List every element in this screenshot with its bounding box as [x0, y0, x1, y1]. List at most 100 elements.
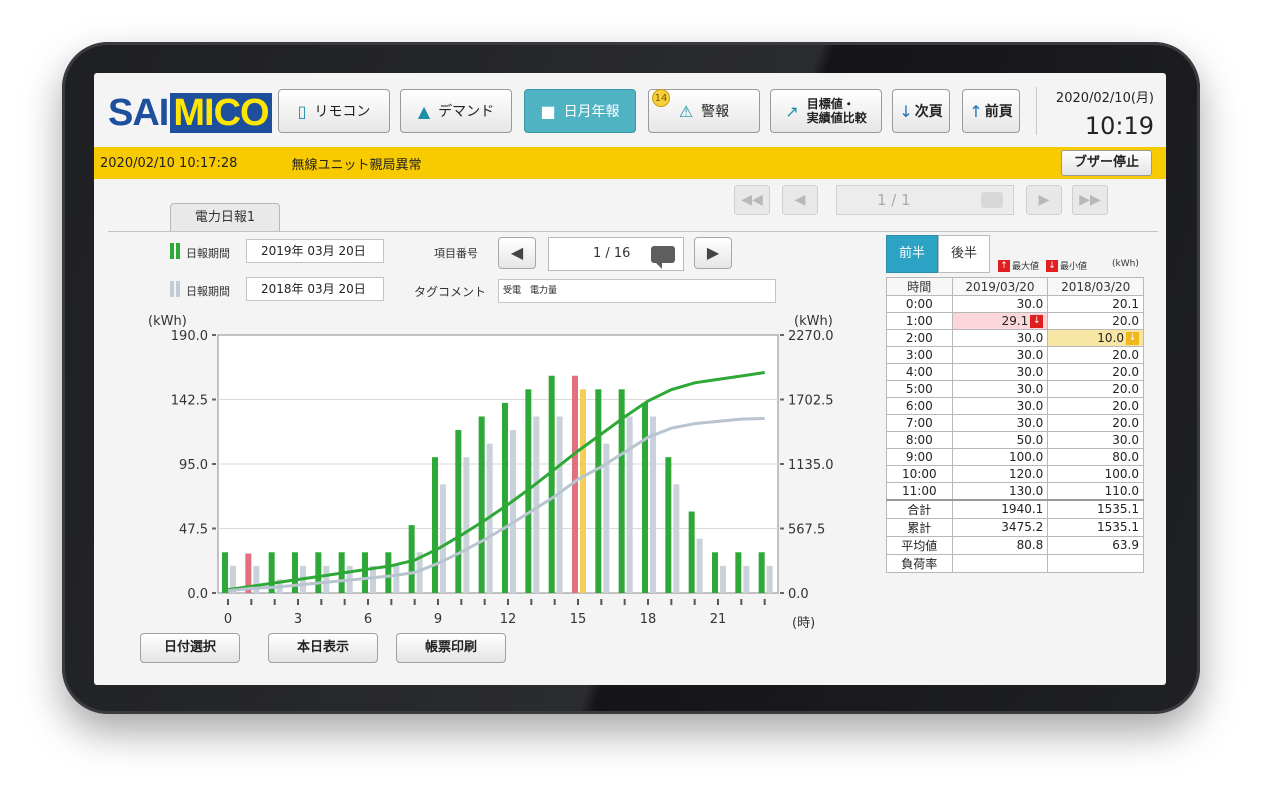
row-value: 30.0 — [951, 346, 1049, 364]
row-time: 0:00 — [886, 295, 953, 313]
table-row: 5:00 30.0 20.0 — [886, 380, 1144, 398]
x-tick-label: 9 — [434, 612, 442, 627]
row-time: 1:00 — [886, 312, 953, 330]
table-row: 6:00 30.0 20.0 — [886, 397, 1144, 415]
double-left-icon: ◀◀ — [741, 192, 763, 208]
summary-value — [951, 553, 1049, 573]
x-tick-label: 3 — [294, 612, 302, 627]
print-button[interactable]: 帳票印刷 — [396, 633, 506, 663]
logo: SAI MICO — [108, 91, 272, 135]
x-tick-label: 15 — [570, 612, 587, 627]
bar-2018 — [533, 416, 540, 593]
today-button[interactable]: 本日表示 — [268, 633, 378, 663]
bar-2019 — [595, 389, 602, 593]
remote-button[interactable]: ▯ リモコン — [278, 89, 390, 133]
row-value: 30.0 — [951, 414, 1049, 432]
prev-page-button[interactable]: ↑ 前頁 — [962, 89, 1020, 133]
row-value: 20.0 — [1047, 380, 1144, 398]
row-value: 120.0 — [951, 465, 1049, 483]
max-legend: ↑ 最大値 — [998, 259, 1039, 272]
first-half-tab[interactable]: 前半 — [886, 235, 938, 273]
row-value: 100.0 — [1047, 465, 1144, 483]
y-tick-label-right: 1702.5 — [788, 394, 834, 409]
right-icon: ▶ — [1038, 192, 1050, 208]
summary-label: 平均値 — [886, 535, 953, 555]
summary-row: 負荷率 — [886, 553, 1144, 573]
table-row: 9:00 100.0 80.0 — [886, 448, 1144, 466]
row-time: 11:00 — [886, 482, 953, 500]
left-triangle-icon: ◀ — [510, 243, 524, 262]
table-row: 1:00 29.1 ↓ 20.0 — [886, 312, 1144, 330]
table-row: 7:00 30.0 20.0 — [886, 414, 1144, 432]
alarm-message: 無線ユニット親局異常 — [291, 157, 422, 173]
bar-2019 — [758, 552, 765, 593]
summary-value — [1047, 553, 1144, 573]
first-page-button[interactable]: ◀◀ — [734, 185, 770, 215]
bar-2019 — [642, 402, 648, 593]
bar-2019 — [688, 511, 695, 593]
table-header-row: 時間 2019/03/20 2018/03/20 — [886, 277, 1144, 296]
y-tick-label-left: 190.0 — [171, 329, 208, 344]
tab-power-daily-report[interactable]: 電力日報1 — [170, 203, 280, 232]
row-value: 30.0 — [951, 397, 1049, 415]
table-row: 4:00 30.0 20.0 — [886, 363, 1144, 381]
table-row: 8:00 50.0 30.0 — [886, 431, 1144, 449]
y-tick-label-left: 47.5 — [179, 523, 208, 538]
unit-label: (kWh) — [1112, 259, 1139, 269]
summary-value: 1535.1 — [1047, 498, 1144, 519]
report-button[interactable]: ■ 日月年報 — [524, 89, 636, 133]
demand-chart-icon: ▲ — [417, 101, 431, 121]
y-tick-label-right: 1135.0 — [788, 458, 834, 473]
bar-2019 — [455, 430, 462, 593]
date-select-button[interactable]: 日付選択 — [140, 633, 240, 663]
target-compare-button[interactable]: ↗ 目標値・ 実績値比較 — [770, 89, 882, 133]
page-value: 1 / 1 — [877, 191, 911, 209]
bar-2018 — [720, 565, 726, 593]
row-value: 130.0 — [951, 482, 1049, 500]
summary-value: 1535.1 — [1047, 517, 1144, 537]
demand-button[interactable]: ▲ デマンド — [400, 89, 512, 133]
bar-2019 — [712, 552, 718, 593]
period1-label: 日報期間 — [186, 247, 230, 260]
min-flag-icon: ↓ — [1030, 315, 1044, 328]
warning-icon: ⚠ — [678, 101, 694, 121]
row-value: 20.1 — [1047, 295, 1144, 313]
min-legend: ↓ 最小値 — [1046, 259, 1087, 272]
page-field: 1 / 1 — [836, 185, 1014, 215]
row-value: 50.0 — [951, 431, 1049, 449]
bar-2018 — [463, 457, 470, 593]
bar-2019 — [362, 552, 368, 593]
x-tick-label: 12 — [500, 612, 517, 627]
row-value: 30.0 — [951, 380, 1049, 398]
app-screen: SAI MICO ▯ リモコン ▲ デマンド ■ 日月年報 ⚠ 警報 14 ↗ … — [94, 73, 1166, 685]
table-row: 11:00 130.0 110.0 — [886, 482, 1144, 500]
right-triangle-icon: ▶ — [706, 243, 720, 262]
bar-2018 — [743, 565, 750, 593]
item-prev-button[interactable]: ◀ — [498, 237, 536, 269]
row-value: 20.0 — [1047, 346, 1144, 364]
alarm-bar: 2020/02/10 10:17:28 無線ユニット親局異常 ブザー停止 — [94, 147, 1166, 179]
summary-value: 1940.1 — [951, 498, 1049, 519]
table-row: 10:00 120.0 100.0 — [886, 465, 1144, 483]
target-compare-line1: 目標値・ — [806, 97, 855, 111]
summary-label: 累計 — [886, 517, 953, 537]
next-button[interactable]: ▶ — [1026, 185, 1062, 215]
last-page-button[interactable]: ▶▶ — [1072, 185, 1108, 215]
next-page-button[interactable]: ↓ 次頁 — [892, 89, 950, 133]
item-next-button[interactable]: ▶ — [694, 237, 732, 269]
period1-field[interactable]: 2019年 03月 20日 — [246, 239, 384, 263]
header-date2: 2018/03/20 — [1047, 277, 1144, 296]
row-value: 80.0 — [1047, 448, 1144, 466]
bar-2019 — [432, 457, 438, 593]
header-divider — [1036, 87, 1037, 135]
summary-row: 合計 1940.1 1535.1 — [886, 498, 1144, 519]
second-half-tab[interactable]: 後半 — [938, 235, 990, 273]
prev-button[interactable]: ◀ — [782, 185, 818, 215]
tab-divider — [108, 231, 1158, 232]
bar-2019 — [548, 375, 555, 593]
power-chart: 190.0 2270.0 142.5 1702.5 95.0 1135.0 47.5 567.… — [148, 314, 834, 631]
comment-icon — [651, 246, 675, 269]
buzzer-stop-button[interactable]: ブザー停止 — [1060, 150, 1152, 176]
x-tick-label: 0 — [224, 612, 232, 627]
current-date: 2020/02/10(月) — [1055, 91, 1154, 106]
